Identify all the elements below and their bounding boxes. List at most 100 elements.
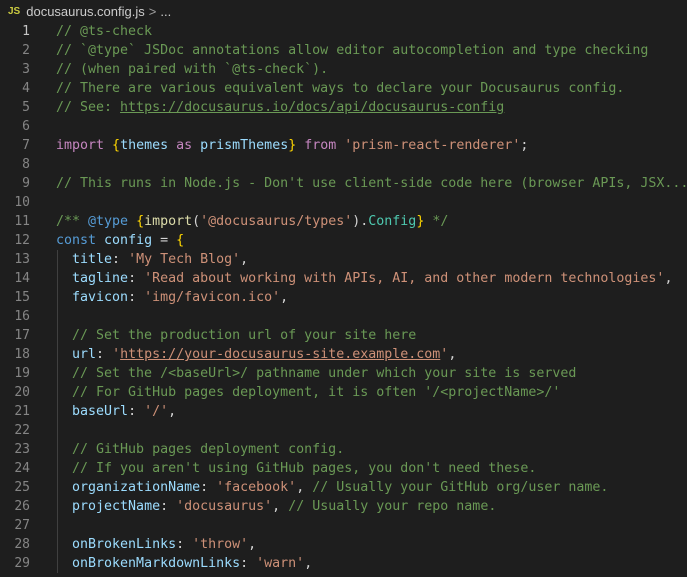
code-token: tagline bbox=[72, 271, 129, 286]
code-line[interactable]: 26 projectName: 'docusaurus', // Usually… bbox=[0, 497, 687, 516]
code-token: // Set the production url of your site h… bbox=[56, 328, 417, 343]
code-token: : bbox=[96, 347, 113, 362]
code-line[interactable]: 14 tagline: 'Read about working with API… bbox=[0, 269, 687, 288]
code-line[interactable]: 29 onBrokenMarkdownLinks: 'warn', bbox=[0, 554, 687, 573]
code-line[interactable]: 10 bbox=[0, 193, 687, 212]
code-token: favicon bbox=[72, 290, 129, 305]
code-token: https://docusaurus.io/docs/api/docusauru… bbox=[120, 100, 505, 115]
code-token: // If you aren't using GitHub pages, you… bbox=[56, 461, 537, 476]
code-token: // Usually your repo name. bbox=[288, 499, 497, 514]
code-line[interactable]: 7 import {themes as prismThemes} from 'pr… bbox=[0, 136, 687, 155]
code-token: // `@type` JSDoc annotations allow edito… bbox=[56, 43, 649, 58]
code-line[interactable]: 25 organizationName: 'facebook', // Usua… bbox=[0, 478, 687, 497]
code-token: , bbox=[248, 537, 257, 552]
line-number: 22 bbox=[14, 423, 30, 438]
line-number: 23 bbox=[14, 442, 30, 457]
code-text: // (when paired with `@ts-check`). bbox=[56, 60, 328, 79]
code-token: // For GitHub pages deployment, it is of… bbox=[56, 385, 561, 400]
code-line[interactable]: 23 // GitHub pages deployment config. bbox=[0, 440, 687, 459]
code-line[interactable]: 19 // Set the /<baseUrl>/ pathname under… bbox=[0, 364, 687, 383]
code-token: : bbox=[128, 404, 145, 419]
code-editor[interactable]: 1 // @ts-check 2 // `@type` JSDoc annotatio… bbox=[0, 22, 687, 577]
code-token: = bbox=[152, 233, 177, 248]
code-text: // This runs in Node.js - Don't use clie… bbox=[56, 174, 687, 193]
code-line[interactable]: 12 const config = { bbox=[0, 231, 687, 250]
line-number: 18 bbox=[14, 347, 30, 362]
code-text: title: 'My Tech Blog', bbox=[56, 250, 248, 269]
breadcrumb-file[interactable]: docusaurus.config.js bbox=[26, 4, 145, 19]
code-line[interactable]: 16 bbox=[0, 307, 687, 326]
code-token: : bbox=[176, 537, 193, 552]
code-token: , bbox=[304, 556, 313, 571]
code-token: , bbox=[664, 271, 673, 286]
line-number: 1 bbox=[22, 24, 30, 39]
code-token: config bbox=[104, 233, 153, 248]
code-line[interactable]: 27 bbox=[0, 516, 687, 535]
code-line[interactable]: 20 // For GitHub pages deployment, it is… bbox=[0, 383, 687, 402]
code-line[interactable]: 11 /** @type {import('@docusaurus/types')… bbox=[0, 212, 687, 231]
code-token: , bbox=[240, 252, 249, 267]
code-token: // Set the /<baseUrl>/ pathname under wh… bbox=[56, 366, 577, 381]
code-text: // @ts-check bbox=[56, 22, 152, 41]
code-text: import {themes as prismThemes} from 'pri… bbox=[56, 136, 528, 155]
code-token: // @ts-check bbox=[56, 24, 153, 39]
code-line[interactable]: 22 bbox=[0, 421, 687, 440]
code-token: Config bbox=[368, 214, 417, 229]
code-token: */ bbox=[424, 214, 449, 229]
code-line[interactable]: 28 onBrokenLinks: 'throw', bbox=[0, 535, 687, 554]
code-text: // Set the production url of your site h… bbox=[56, 326, 416, 345]
line-number: 29 bbox=[14, 556, 30, 571]
code-token: // See: bbox=[56, 100, 121, 115]
code-token: { bbox=[176, 233, 185, 248]
code-line[interactable]: 13 title: 'My Tech Blog', bbox=[0, 250, 687, 269]
line-number: 16 bbox=[14, 309, 30, 324]
code-text: // See: https://docusaurus.io/docs/api/d… bbox=[56, 98, 504, 117]
code-line[interactable]: 17 // Set the production url of your sit… bbox=[0, 326, 687, 345]
code-line[interactable]: 8 bbox=[0, 155, 687, 174]
code-token: : bbox=[128, 271, 145, 286]
code-line[interactable]: 3 // (when paired with `@ts-check`). bbox=[0, 60, 687, 79]
code-token: ' bbox=[112, 347, 121, 362]
line-number: 9 bbox=[22, 176, 30, 191]
code-token: prismThemes bbox=[200, 138, 289, 153]
code-token: { bbox=[112, 138, 121, 153]
code-line[interactable]: 4 // There are various equivalent ways to… bbox=[0, 79, 687, 98]
breadcrumb-more[interactable]: ... bbox=[160, 4, 171, 19]
code-line[interactable]: 9 // This runs in Node.js - Don't use cli… bbox=[0, 174, 687, 193]
code-line[interactable]: 1 // @ts-check bbox=[0, 22, 687, 41]
line-number: 6 bbox=[22, 119, 30, 134]
code-token: as bbox=[168, 138, 201, 153]
code-token: , bbox=[296, 480, 313, 495]
code-line[interactable]: 5 // See: https://docusaurus.io/docs/api/… bbox=[0, 98, 687, 117]
line-number: 8 bbox=[22, 157, 30, 172]
code-token: // There are various equivalent ways to … bbox=[56, 81, 625, 96]
code-token: const bbox=[56, 233, 105, 248]
code-text: // There are various equivalent ways to … bbox=[56, 79, 624, 98]
code-token: 'My Tech Blog' bbox=[128, 252, 241, 267]
line-number: 10 bbox=[14, 195, 30, 210]
code-line[interactable]: 15 favicon: 'img/favicon.ico', bbox=[0, 288, 687, 307]
line-number: 4 bbox=[22, 81, 30, 96]
code-text: organizationName: 'facebook', // Usually… bbox=[56, 478, 608, 497]
code-line[interactable]: 6 bbox=[0, 117, 687, 136]
line-number: 15 bbox=[14, 290, 30, 305]
code-token: '@docusaurus/types' bbox=[200, 214, 353, 229]
code-line[interactable]: 24 // If you aren't using GitHub pages, … bbox=[0, 459, 687, 478]
code-line[interactable]: 2 // `@type` JSDoc annotations allow edit… bbox=[0, 41, 687, 60]
code-token: : bbox=[240, 556, 257, 571]
code-text: /** @type {import('@docusaurus/types').C… bbox=[56, 212, 448, 231]
code-token: '/' bbox=[144, 404, 169, 419]
code-text: onBrokenLinks: 'throw', bbox=[56, 535, 256, 554]
code-token: onBrokenLinks bbox=[72, 537, 177, 552]
line-number: 11 bbox=[14, 214, 30, 229]
code-text: url: 'https://your-docusaurus-site.examp… bbox=[56, 345, 456, 364]
code-line[interactable]: 18 url: 'https://your-docusaurus-site.ex… bbox=[0, 345, 687, 364]
code-token: // GitHub pages deployment config. bbox=[56, 442, 345, 457]
code-text: tagline: 'Read about working with APIs, … bbox=[56, 269, 672, 288]
code-line[interactable]: 21 baseUrl: '/', bbox=[0, 402, 687, 421]
code-text: onBrokenMarkdownLinks: 'warn', bbox=[56, 554, 312, 573]
